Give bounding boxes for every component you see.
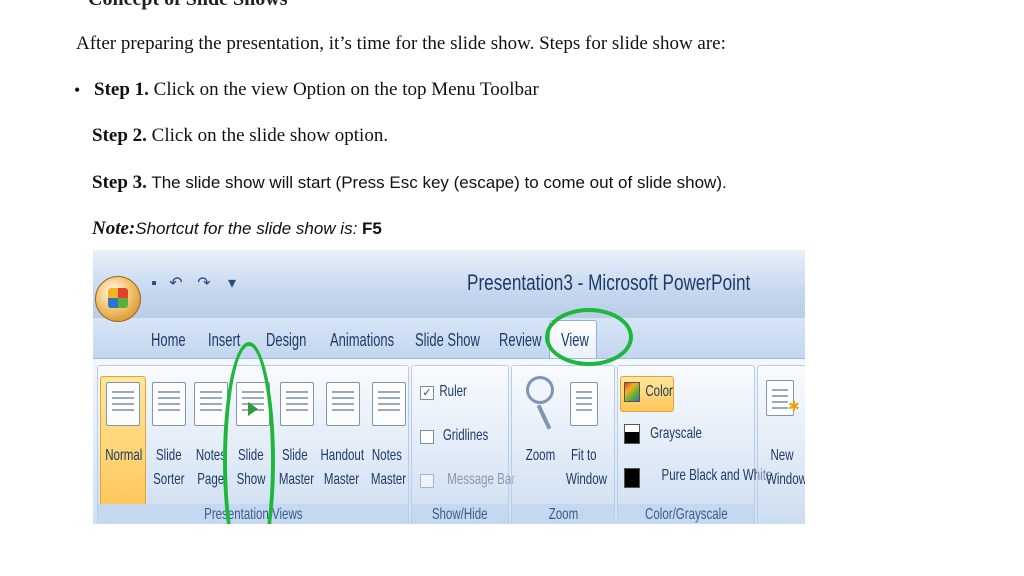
normal-view-icon bbox=[106, 382, 140, 426]
note: Note:Shortcut for the slide show is: F5 bbox=[92, 218, 382, 240]
group-show-hide: ✓ Ruler Gridlines Message Bar Show/Hide bbox=[411, 365, 515, 524]
office-logo-icon bbox=[108, 288, 128, 308]
powerpoint-screenshot: ▪ ↶ ↷ ▾ Presentation3 - Microsoft PowerP… bbox=[93, 250, 805, 524]
step-3: Step 3. The slide show will start (Press… bbox=[92, 172, 727, 194]
ribbon-tabs: Home Insert Design Animations Slide Show… bbox=[93, 318, 805, 358]
step-1-label: Step 1. bbox=[94, 79, 149, 100]
step-1: Step 1. Click on the view Option on the … bbox=[94, 79, 539, 101]
group-color-grayscale: Color Grayscale Pure Black and White Col… bbox=[617, 365, 772, 524]
view-tab-highlight-ring bbox=[545, 308, 633, 366]
grayscale-icon bbox=[624, 424, 640, 444]
bullet: • bbox=[74, 80, 81, 100]
step-2: Step 2. Click on the slide show option. bbox=[92, 125, 388, 147]
ruler-checkbox[interactable]: ✓ bbox=[420, 386, 434, 400]
group-label-zoom: Zoom bbox=[512, 504, 614, 524]
group-zoom: Zoom Fit to Window Zoom bbox=[511, 365, 615, 524]
save-icon[interactable]: ▪ bbox=[145, 274, 163, 294]
customize-icon[interactable]: ▾ bbox=[223, 274, 241, 294]
notes-page-icon bbox=[194, 382, 228, 426]
tab-design[interactable]: Design bbox=[266, 330, 306, 351]
zoom-button[interactable]: Zoom bbox=[518, 444, 562, 468]
undo-icon[interactable]: ↶ bbox=[167, 274, 185, 294]
group-label-color-grayscale: Color/Grayscale bbox=[618, 504, 754, 524]
office-button[interactable] bbox=[95, 276, 141, 322]
handout-master-icon bbox=[326, 382, 360, 426]
notes-master-button[interactable]: Notes Master bbox=[364, 444, 410, 492]
step-2-text: Click on the slide show option. bbox=[146, 125, 389, 146]
color-button[interactable]: Color bbox=[640, 380, 678, 404]
zoom-handle bbox=[536, 404, 552, 430]
title-bar: ▪ ↶ ↷ ▾ Presentation3 - Microsoft PowerP… bbox=[93, 250, 805, 318]
tab-slide-show[interactable]: Slide Show bbox=[415, 330, 480, 351]
app-title: Presentation3 - Microsoft PowerPoint bbox=[467, 270, 751, 295]
zoom-icon bbox=[526, 376, 554, 404]
handout-master-button[interactable]: Handout Master bbox=[312, 444, 370, 492]
new-window-button[interactable]: New Window bbox=[758, 444, 805, 492]
slide-sorter-icon bbox=[152, 382, 186, 426]
message-bar-checkbox[interactable] bbox=[420, 474, 434, 488]
tab-insert[interactable]: Insert bbox=[208, 330, 240, 351]
slide-master-icon bbox=[280, 382, 314, 426]
step-1-text: Click on the view Option on the top Menu… bbox=[148, 79, 539, 100]
ruler-label: Ruler bbox=[439, 383, 467, 400]
ribbon-panel: Normal Slide Sorter Notes Page Slide Show S… bbox=[93, 358, 805, 524]
note-key: F5 bbox=[362, 219, 382, 238]
tab-animations[interactable]: Animations bbox=[330, 330, 394, 351]
notes-master-icon bbox=[372, 382, 406, 426]
group-window: ✱ New Window bbox=[757, 365, 805, 524]
intro-paragraph: After preparing the presentation, it’s t… bbox=[76, 33, 726, 54]
sparkle-icon: ✱ bbox=[788, 398, 800, 414]
pure-black-white-icon bbox=[624, 468, 640, 488]
note-text: Shortcut for the slide show is: bbox=[135, 219, 363, 238]
step-2-label: Step 2. bbox=[92, 125, 147, 146]
step-3-text: The slide show will start (Press Esc key… bbox=[146, 173, 727, 192]
redo-icon[interactable]: ↷ bbox=[195, 274, 213, 294]
group-label-show-hide: Show/Hide bbox=[412, 504, 508, 524]
fit-window-icon bbox=[570, 382, 598, 426]
tab-review[interactable]: Review bbox=[499, 330, 542, 351]
gridlines-checkbox[interactable] bbox=[420, 430, 434, 444]
slide-sorter-button[interactable]: Slide Sorter bbox=[146, 444, 192, 492]
tab-home[interactable]: Home bbox=[151, 330, 186, 351]
fit-to-window-button[interactable]: Fit to Window bbox=[558, 444, 610, 492]
gridlines-label: Gridlines bbox=[442, 427, 489, 444]
color-icon bbox=[624, 382, 640, 402]
section-title: Concept of Slide Shows bbox=[88, 0, 287, 11]
normal-button[interactable]: Normal bbox=[98, 444, 148, 468]
note-label: Note: bbox=[92, 218, 136, 239]
step-3-label: Step 3. bbox=[92, 172, 147, 193]
grayscale-button[interactable]: Grayscale bbox=[640, 422, 712, 446]
